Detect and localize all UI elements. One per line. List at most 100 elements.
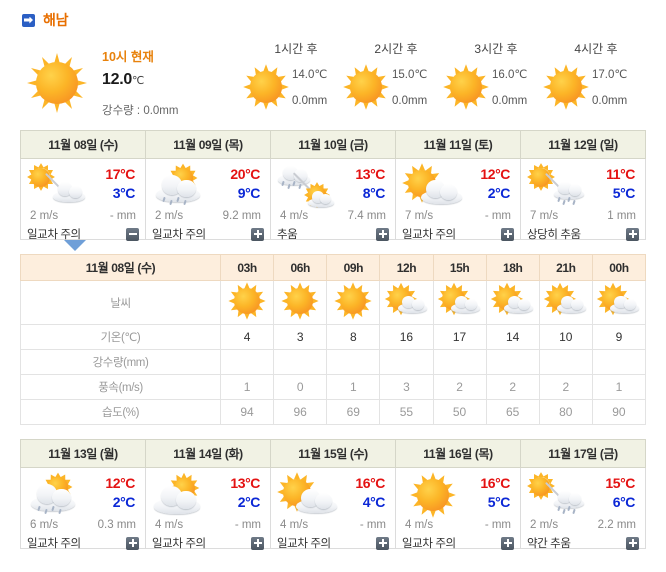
hourly-cell-value: 3 [273, 324, 328, 350]
hourly-forecast-rain: 0.0mm [392, 95, 428, 107]
daily-low-temp: 6°C [612, 494, 636, 510]
daily-forecast-cell[interactable]: 15°C 6°C 2 m/s 2.2 mm 약간 추움 [520, 467, 646, 550]
expand-plus-icon[interactable] [501, 227, 514, 241]
hourly-cell-value: 10 [538, 324, 593, 350]
daily-precipitation: - mm [484, 519, 511, 531]
daily-date-header[interactable]: 11월 13일 (월) [20, 439, 146, 468]
sun-cloud-icon [432, 280, 487, 325]
collapse-minus-icon[interactable] [126, 227, 139, 241]
hourly-forecast-rain: 0.0mm [292, 95, 328, 107]
daily-low-temp: 5°C [487, 494, 511, 510]
daily-forecast-cell[interactable]: 16°C 4°C 4 m/s - mm 일교차 주의 [270, 467, 396, 550]
hourly-forecast-title: 3시간 후 [474, 42, 518, 56]
daily-date-header[interactable]: 11월 09일 (목) [145, 130, 271, 159]
daily-forecast-cell[interactable]: 13°C 2°C 4 m/s - mm 일교차 주의 [145, 467, 271, 550]
hourly-forecast-item: 4시간 후 17.0℃ 0.0mm [543, 40, 644, 110]
sun-cloud-icon [591, 280, 647, 325]
sunny-icon [243, 64, 289, 110]
hourly-row-label: 풍속(m/s) [20, 374, 221, 400]
daily-forecast-cell[interactable]: 13°C 8°C 4 m/s 7.4 mm 추움 [270, 158, 396, 241]
hourly-cell-value: 1 [326, 374, 381, 400]
selected-day-indicator [20, 240, 646, 253]
sun-cloud-icon [379, 280, 434, 325]
hourly-cell-value: 96 [273, 399, 328, 425]
daily-forecast-cell[interactable]: 20°C 9°C 2 m/s 9.2 mm 일교차 주의 [145, 158, 271, 241]
hourly-column-header: 03h [219, 254, 275, 281]
daily-wind: 7 m/s [405, 210, 434, 222]
expand-plus-icon[interactable] [626, 536, 639, 550]
daily-note: 약간 추움 [527, 538, 571, 550]
current-conditions-strip: 10시 현재 12.0℃ 강수량 : 0.0mm 1시간 후 14.0℃ 0.0mm… [0, 34, 666, 130]
sunny-icon [402, 472, 464, 518]
cloud-sun-rain-icon [152, 163, 214, 208]
hourly-detail-row: 습도(%) 94 96 69 55 50 65 80 90 [20, 399, 647, 425]
daily-high-temp: 11°C [606, 166, 635, 182]
hourly-forecast-item: 3시간 후 16.0℃ 0.0mm [443, 40, 544, 110]
sun-cloud-icon [538, 280, 593, 325]
daily-forecast-cell[interactable]: 16°C 5°C 4 m/s - mm 일교차 주의 [395, 467, 521, 550]
daily-date-header[interactable]: 11월 16일 (목) [395, 439, 521, 468]
daily-date-header[interactable]: 11월 14일 (화) [145, 439, 271, 468]
sun-then-rain-icon [526, 472, 589, 517]
hourly-column-header: 09h [326, 254, 381, 281]
daily-note: 일교차 주의 [402, 538, 456, 550]
current-precipitation: 강수량 : 0.0mm [102, 105, 179, 117]
daily-date-header[interactable]: 11월 12일 (일) [520, 130, 646, 159]
hourly-cell-value: 80 [538, 399, 593, 425]
sunny-icon [343, 64, 389, 110]
expand-plus-icon[interactable] [626, 227, 639, 241]
hourly-cell-value: 14 [485, 324, 540, 350]
hourly-column-header: 15h [432, 254, 487, 281]
daily-low-temp: 9°C [237, 185, 261, 201]
daily-note: 일교차 주의 [152, 538, 206, 550]
daily-forecast-cell[interactable]: 12°C 2°C 7 m/s - mm 일교차 주의 [395, 158, 521, 241]
expand-plus-icon[interactable] [376, 536, 389, 550]
daily-forecast-cell[interactable]: 12°C 2°C 6 m/s 0.3 mm 일교차 주의 [20, 467, 146, 550]
daily-forecast-cell[interactable]: 11°C 5°C 7 m/s 1 mm 상당히 추움 [520, 158, 646, 241]
daily-precipitation: 1 mm [607, 210, 636, 222]
sunny-icon [543, 64, 589, 110]
expand-plus-icon[interactable] [376, 227, 389, 241]
hourly-cell-value [379, 349, 434, 375]
hourly-cell-value [273, 349, 328, 375]
table-row: 17°C 3°C 2 m/s - mm 일교차 주의 20°C 9°C 2 m/s 9.2 mm… [20, 158, 646, 241]
daily-forecast-cell[interactable]: 17°C 3°C 2 m/s - mm 일교차 주의 [20, 158, 146, 241]
daily-precipitation: - mm [234, 519, 261, 531]
sun-cloud-icon [485, 280, 540, 325]
daily-precipitation: 7.4 mm [347, 210, 386, 222]
daily-low-temp: 3°C [112, 185, 136, 201]
sunny-icon [443, 64, 489, 110]
daily-date-header[interactable]: 11월 15일 (수) [270, 439, 396, 468]
sun-then-cloud-icon [26, 163, 89, 208]
expand-plus-icon[interactable] [501, 536, 514, 550]
hourly-forecast-item: 2시간 후 15.0℃ 0.0mm [343, 40, 444, 110]
daily-date-header[interactable]: 11월 08일 (수) [20, 130, 146, 159]
table-row: 12°C 2°C 6 m/s 0.3 mm 일교차 주의 13°C 2°C 4 m/s - mm… [20, 467, 646, 550]
daily-date-header[interactable]: 11월 11일 (토) [395, 130, 521, 159]
table-header-row: 11월 13일 (월) 11월 14일 (화) 11월 15일 (수) 11월 16일… [20, 439, 646, 468]
current-time-label: 10시 현재 [102, 50, 154, 64]
daily-forecast-table-bottom: 11월 13일 (월) 11월 14일 (화) 11월 15일 (수) 11월 16일… [20, 439, 646, 550]
daily-wind: 4 m/s [280, 519, 309, 531]
hourly-detail-row: 기온(℃) 4 3 8 16 17 14 10 9 [20, 324, 647, 350]
page-title: 해남 [43, 12, 69, 28]
expand-plus-icon[interactable] [126, 536, 139, 550]
hourly-row-label: 기온(℃) [20, 324, 221, 350]
current-temperature: 12.0 [102, 71, 132, 88]
hourly-forecast-strip: 1시간 후 14.0℃ 0.0mm 2시간 후 15.0℃ 0.0mm 3시간 후 16.0℃… [243, 40, 644, 110]
daily-precipitation: - mm [109, 210, 136, 222]
expand-plus-icon[interactable] [251, 536, 264, 550]
hourly-cell-value [219, 349, 275, 375]
hourly-forecast-item: 1시간 후 14.0℃ 0.0mm [243, 40, 344, 110]
daily-wind: 7 m/s [530, 210, 559, 222]
triangle-down-icon [64, 240, 86, 251]
hourly-table-date-label: 11월 08일 (수) [20, 254, 221, 281]
hourly-detail-table: 11월 08일 (수) 03h 06h 09h 12h 15h 18h 21h 00h 날씨 기온… [20, 254, 647, 425]
hourly-cell-value: 1 [591, 374, 647, 400]
expand-plus-icon[interactable] [251, 227, 264, 241]
hourly-forecast-temp: 17.0℃ [592, 69, 628, 81]
table-header-row: 11월 08일 (수) 11월 09일 (목) 11월 10일 (금) 11월 11일… [20, 130, 646, 159]
hourly-cell-value: 90 [591, 399, 647, 425]
daily-date-header[interactable]: 11월 10일 (금) [270, 130, 396, 159]
daily-date-header[interactable]: 11월 17일 (금) [520, 439, 646, 468]
